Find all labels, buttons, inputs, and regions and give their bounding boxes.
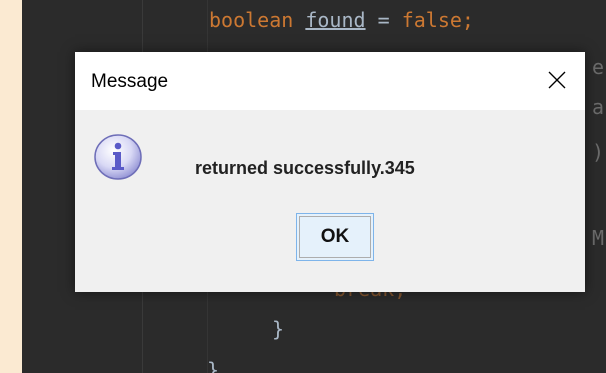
ok-button[interactable]: OK <box>296 213 374 261</box>
code-fragment: a <box>592 95 605 119</box>
message-dialog: Message returned successfully.345 OK <box>75 52 585 292</box>
close-button[interactable] <box>537 60 577 100</box>
closing-brace: } <box>207 358 220 373</box>
code-keyword: boolean <box>209 8 294 32</box>
code-value: false; <box>401 8 474 32</box>
code-operator: = <box>377 8 390 32</box>
code-fragment: ) <box>592 140 605 164</box>
close-icon <box>548 71 566 89</box>
info-icon <box>94 134 142 180</box>
code-variable: found <box>305 8 366 32</box>
closing-brace: } <box>272 317 285 341</box>
code-fragment: M <box>592 226 605 250</box>
code-line-declaration: boolean found = false; <box>209 8 474 32</box>
dialog-titlebar[interactable]: Message <box>75 52 585 110</box>
dialog-message: returned successfully.345 <box>195 158 415 178</box>
code-fragment: e <box>592 55 605 79</box>
dialog-title: Message <box>91 71 169 92</box>
